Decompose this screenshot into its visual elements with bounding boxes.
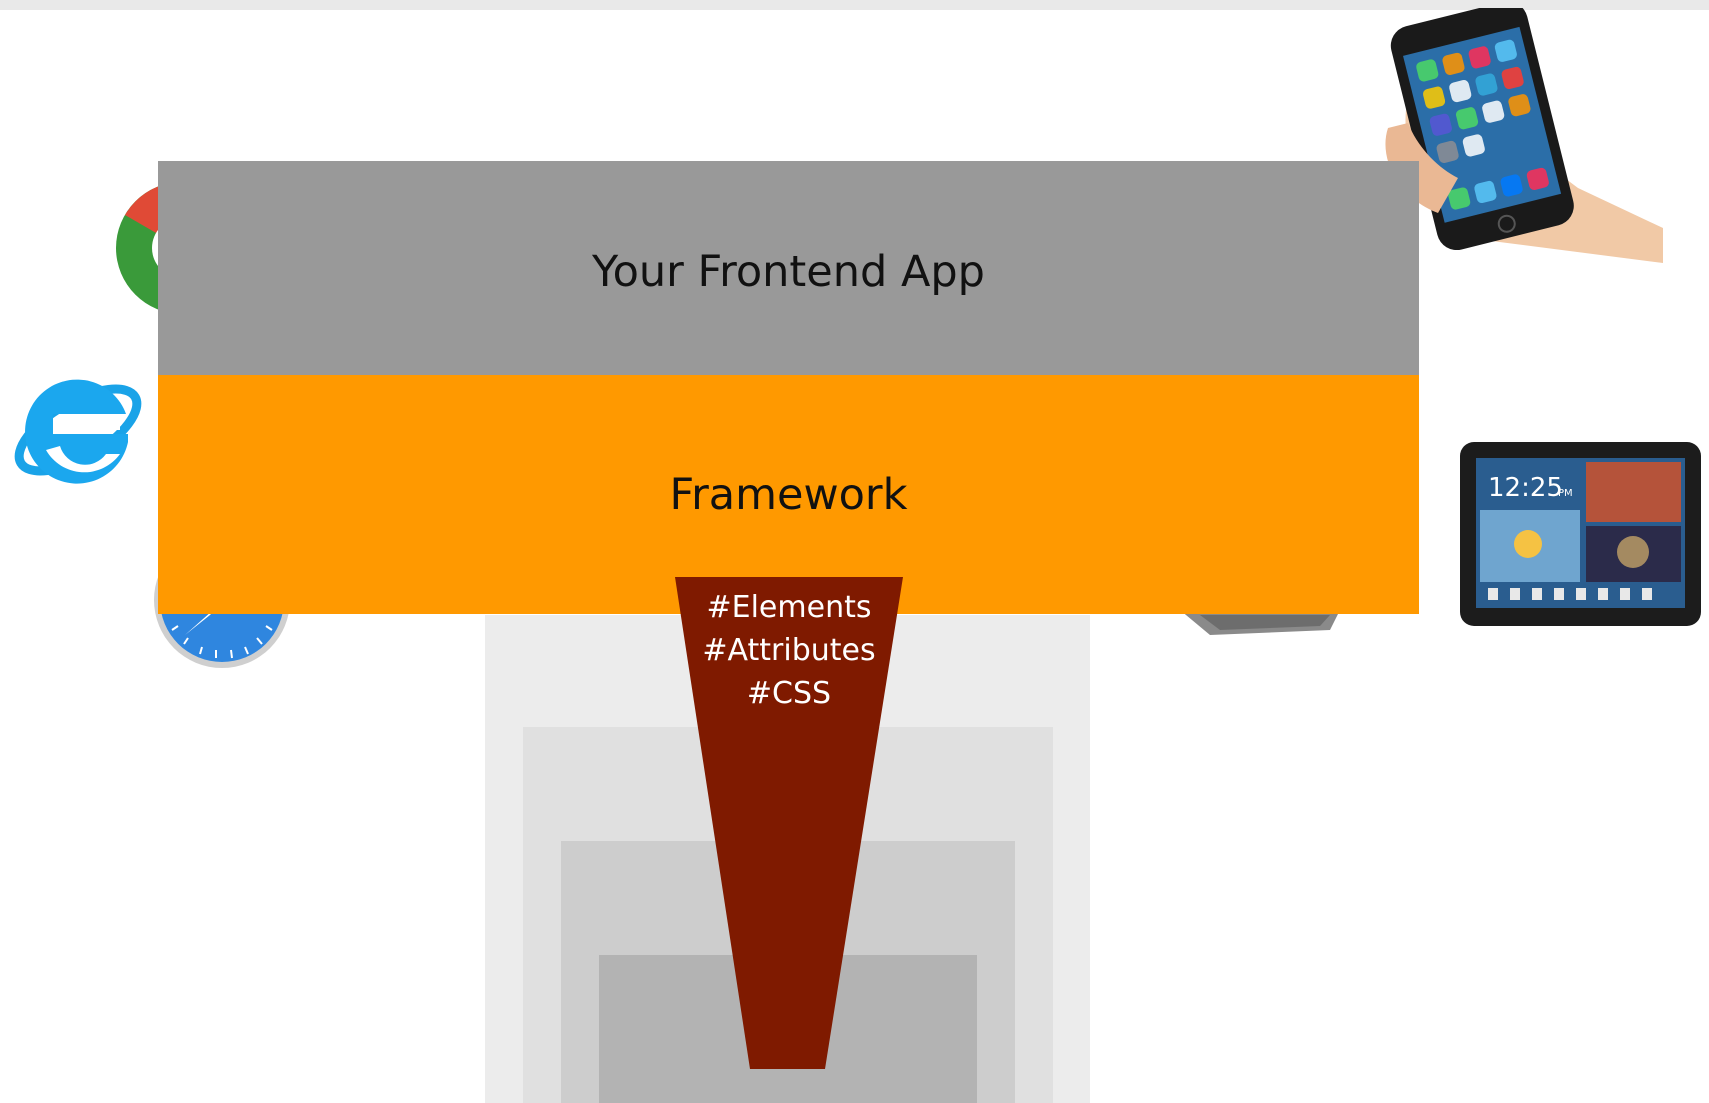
funnel-label-css: #CSS <box>746 676 832 711</box>
svg-text:12:25: 12:25 <box>1488 473 1563 503</box>
tablet-icon: 12:25 PM <box>1460 442 1701 626</box>
smartphone-icon <box>1385 8 1663 263</box>
svg-text:PM: PM <box>1558 488 1573 499</box>
funnel-label-elements: #Elements <box>706 590 872 625</box>
internet-explorer-icon <box>14 379 142 484</box>
frontend-app-layer: Your Frontend App <box>158 161 1419 375</box>
frontend-app-label: Your Frontend App <box>592 247 985 297</box>
framework-label: Framework <box>669 469 908 520</box>
funnel-label-attributes: #Attributes <box>702 633 876 668</box>
